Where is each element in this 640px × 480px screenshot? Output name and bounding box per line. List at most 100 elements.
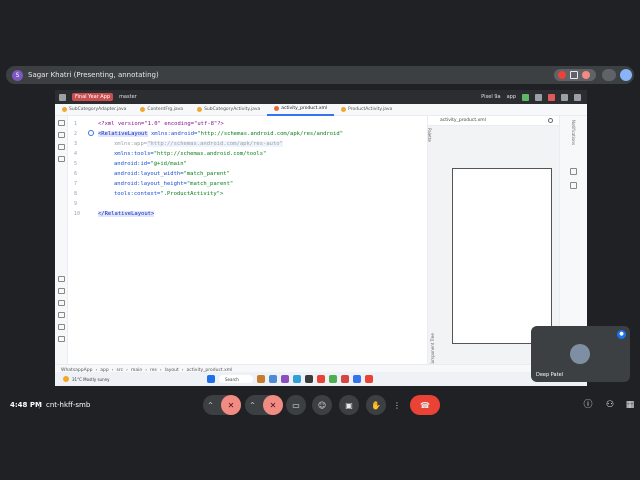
presenter-bar: S Sagar Khatri (Presenting, annotating) — [6, 66, 634, 84]
terminal-icon[interactable] — [58, 300, 65, 306]
people-icon[interactable]: ⚇ — [602, 397, 618, 413]
captions-button[interactable]: ▭ — [286, 395, 306, 415]
stop-presenting-icon[interactable] — [558, 71, 566, 79]
run-config[interactable]: app — [507, 94, 516, 100]
settings-icon[interactable] — [574, 93, 581, 101]
participant-tile[interactable]: ● Deep Patel — [531, 326, 630, 382]
component-tree-tab[interactable]: Component Tree — [430, 333, 435, 366]
code-value: "http://schemas.android.com/apk/res/andr… — [197, 131, 344, 137]
tab-subcategoryactivity[interactable]: SubCategoryActivity.java — [190, 104, 267, 116]
present-button[interactable]: ▣ — [339, 395, 359, 415]
palette-tab[interactable]: Palette — [427, 128, 432, 142]
menu-icon[interactable] — [59, 93, 66, 101]
code-line-10: </RelativeLayout> — [98, 209, 155, 219]
activities-icon[interactable]: ▦ — [622, 397, 638, 413]
java-file-icon — [197, 107, 203, 112]
app-icon[interactable] — [305, 375, 313, 383]
code-editor[interactable]: <?xml version="1.0" encoding="utf-8"?> <… — [98, 116, 428, 364]
weather-widget[interactable]: 31°C Mostly sunny — [72, 377, 162, 382]
fullscreen-icon[interactable] — [620, 69, 632, 81]
line-number: 4 — [74, 151, 78, 157]
line-number: 5 — [74, 161, 78, 167]
tab-label: activity_product.xml — [281, 106, 328, 111]
code-line-7: android:layout_height="match_parent" — [114, 179, 233, 189]
more-options-button[interactable]: ⋮ — [390, 395, 404, 415]
debug-icon[interactable] — [535, 93, 542, 101]
code-line-5: android:id="@+id/main" — [114, 159, 187, 169]
participants-thumb-icon[interactable] — [602, 69, 616, 81]
annotate-icon[interactable] — [570, 71, 578, 79]
camera-off-icon[interactable]: ✕ — [263, 395, 283, 415]
app-icon[interactable] — [269, 375, 277, 383]
code-attr: xmlns:app= — [114, 141, 148, 147]
android-studio-icon[interactable] — [353, 375, 361, 383]
edge-icon[interactable] — [293, 375, 301, 383]
participant-name: Deep Patel — [536, 372, 564, 378]
zoom-icon[interactable] — [548, 118, 553, 123]
code-tag: </RelativeLayout> — [98, 211, 155, 217]
tab-productactivity[interactable]: ProductActivity.java — [334, 104, 399, 116]
todo-icon[interactable] — [58, 336, 65, 342]
file-explorer-icon[interactable] — [257, 375, 265, 383]
build-icon[interactable] — [58, 276, 65, 282]
java-file-icon — [62, 107, 67, 112]
app-icon[interactable] — [281, 375, 289, 383]
meeting-separator: | — [38, 401, 41, 409]
camera-button[interactable]: ^ ✕ — [245, 395, 283, 415]
code-line-1: <?xml version="1.0" encoding="utf-8"?> — [98, 121, 224, 127]
chevron-up-icon[interactable]: ^ — [208, 402, 213, 409]
muted-mic-icon: ● — [617, 330, 626, 339]
commit-icon[interactable] — [58, 132, 65, 138]
device-manager-icon[interactable] — [570, 182, 577, 189]
chevron-up-icon[interactable]: ^ — [250, 402, 255, 409]
code-value: "match_parent" — [186, 181, 234, 187]
folder-icon[interactable] — [58, 120, 65, 126]
leave-call-button[interactable]: ☎ — [410, 395, 440, 415]
notifications-tab[interactable]: Notifications — [571, 120, 576, 145]
mic-button[interactable]: ^ ✕ — [203, 395, 241, 415]
branch-selector[interactable]: master — [119, 94, 137, 100]
emoji-button[interactable]: ☺ — [312, 395, 332, 415]
chrome-icon[interactable] — [317, 375, 325, 383]
code-line-4: xmlns:tools="http://schemas.android.com/… — [114, 149, 266, 159]
gutter-preview-icon[interactable] — [88, 130, 94, 136]
pause-share-icon[interactable] — [582, 71, 590, 79]
mic-off-icon[interactable]: ✕ — [221, 395, 241, 415]
logcat-icon[interactable] — [58, 288, 65, 294]
meeting-control-bar: 4:48 PM | cnt-hkff-smb ^ ✕ ^ ✕ ▭ ☺ ▣ ✋ ⋮… — [0, 395, 640, 417]
end-call-icon: ☎ — [420, 400, 430, 410]
weather-icon[interactable] — [63, 376, 69, 382]
presentation-controls[interactable] — [554, 69, 596, 81]
emoji-icon: ☺ — [317, 400, 327, 410]
app-icon[interactable] — [341, 375, 349, 383]
raise-hand-button[interactable]: ✋ — [366, 395, 386, 415]
info-icon[interactable]: ⓘ — [580, 397, 596, 413]
preview-file-label[interactable]: activity_product.xml — [440, 118, 486, 123]
project-selector[interactable]: Final Year App — [72, 93, 114, 101]
weather-temp: 31°C — [72, 376, 82, 382]
search-icon[interactable] — [561, 93, 568, 101]
java-file-icon — [341, 107, 347, 112]
app-icon[interactable] — [329, 375, 337, 383]
device-selector[interactable]: Pixel 9a — [481, 94, 500, 100]
tab-label: SubCategoryAdapter.java — [69, 107, 127, 112]
code-line-8: tools:context=".ProductActivity"> — [114, 189, 223, 199]
git-icon[interactable] — [58, 324, 65, 330]
run-icon[interactable] — [522, 93, 529, 101]
code-value: "@+id/main" — [150, 161, 187, 167]
more-icon[interactable] — [58, 156, 65, 162]
start-icon[interactable] — [207, 375, 215, 383]
taskbar-search[interactable]: Search — [219, 375, 253, 383]
pull-request-icon[interactable] — [58, 144, 65, 150]
stop-icon[interactable] — [548, 93, 555, 101]
tab-subcategoryadapter[interactable]: SubCategoryAdapter.java — [55, 104, 133, 116]
tab-label: ProductActivity.java — [348, 107, 393, 112]
participant-video — [570, 344, 590, 364]
gradle-icon[interactable] — [570, 168, 577, 175]
tab-activity-product-xml[interactable]: activity_product.xml — [267, 104, 335, 116]
tab-contentfrg[interactable]: ContentFrg.java — [133, 104, 190, 116]
editor-tabs: SubCategoryAdapter.java ContentFrg.java … — [55, 104, 587, 116]
problems-icon[interactable] — [58, 312, 65, 318]
chrome-icon[interactable] — [365, 375, 373, 383]
more-vert-icon: ⋮ — [393, 400, 401, 410]
